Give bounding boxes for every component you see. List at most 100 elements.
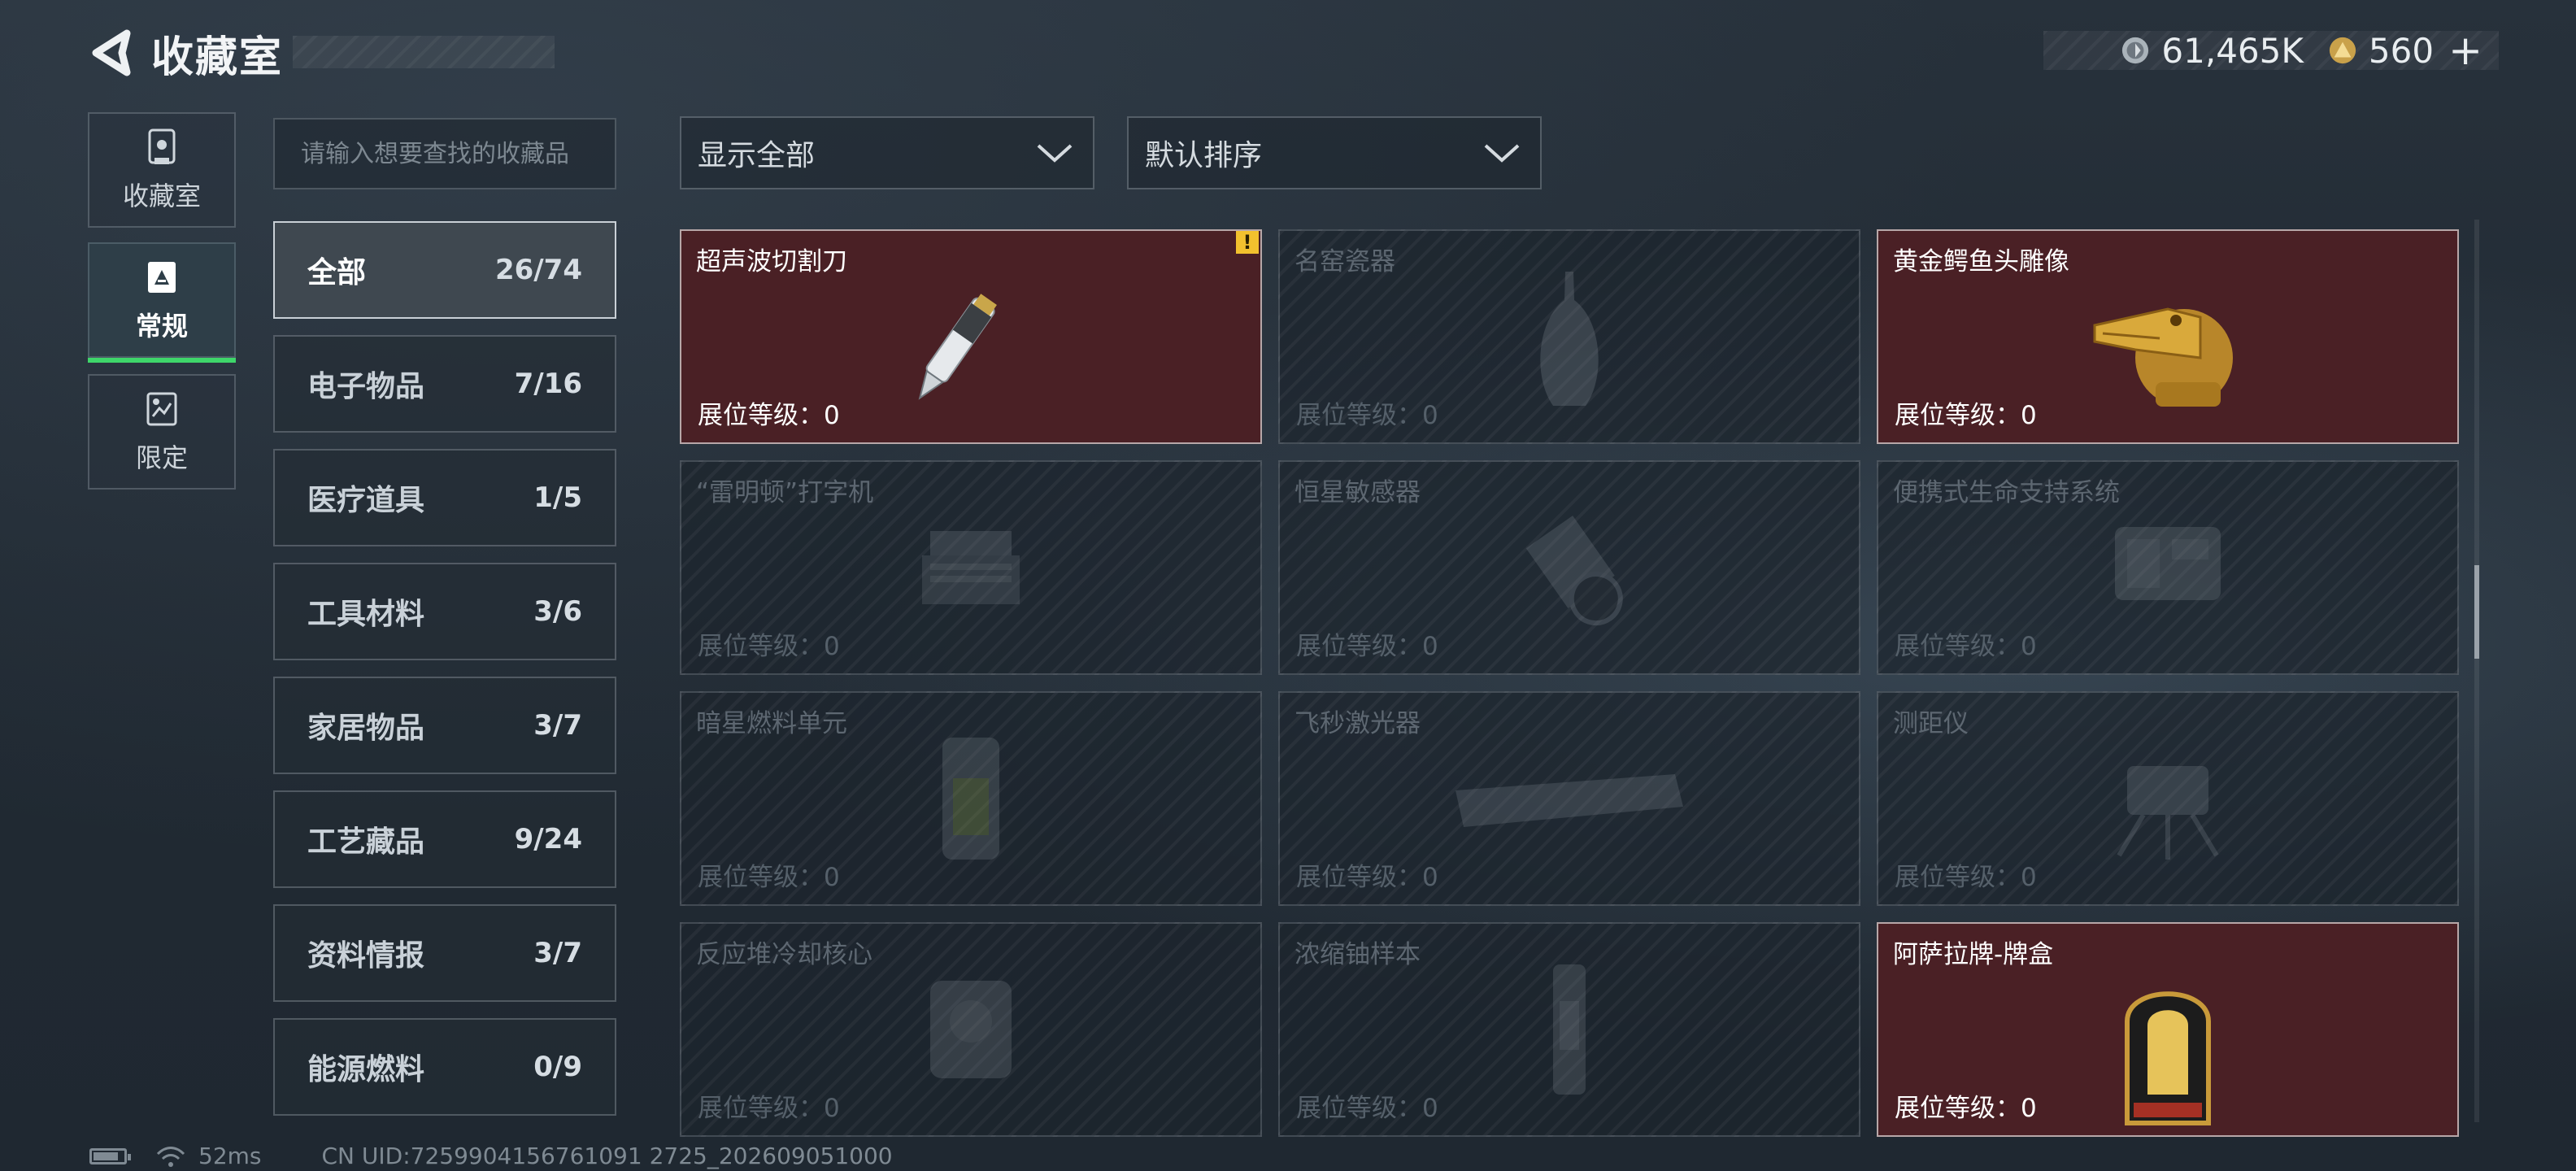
reactor-core-icon <box>930 981 1012 1078</box>
category-intel[interactable]: 资料情报 3/7 <box>273 904 616 1002</box>
collectible-card[interactable]: 便携式生命支持系统 展位等级：0 <box>1877 460 2459 675</box>
grid-scrollbar[interactable] <box>2474 220 2479 1122</box>
back-button[interactable] <box>86 24 135 81</box>
category-count: 3/7 <box>533 709 582 742</box>
ping-value: 52ms <box>198 1143 262 1169</box>
category-count: 9/24 <box>514 823 582 855</box>
search-box[interactable] <box>273 118 616 189</box>
wifi-icon <box>156 1146 185 1167</box>
item-level: 展位等级：0 <box>1296 401 1438 430</box>
category-crafts[interactable]: 工艺藏品 9/24 <box>273 790 616 888</box>
battery-icon <box>89 1147 131 1164</box>
add-currency-button[interactable]: + <box>2448 27 2482 74</box>
nav-label: 常规 <box>135 311 188 342</box>
nav-label: 限定 <box>135 442 188 473</box>
category-household[interactable]: 家居物品 3/7 <box>273 677 616 774</box>
category-electronics[interactable]: 电子物品 7/16 <box>273 335 616 433</box>
collectible-card[interactable]: 浓缩铀样本 展位等级：0 <box>1278 922 1860 1137</box>
femtosecond-laser-icon <box>1456 774 1683 827</box>
nav-collection-room[interactable]: 收藏室 <box>88 112 236 228</box>
item-level: 展位等级：0 <box>698 401 840 430</box>
category-name: 工艺藏品 <box>307 825 425 859</box>
collectible-card[interactable]: 恒星敏感器 展位等级：0 <box>1278 460 1860 675</box>
category-name: 工具材料 <box>307 598 425 631</box>
header: 收藏室 <box>86 24 284 82</box>
item-level: 展位等级：0 <box>698 863 840 892</box>
item-name: 阿萨拉牌-牌盒 <box>1893 940 2054 969</box>
search-input[interactable] <box>299 138 615 169</box>
item-name: 暗星燃料单元 <box>696 709 847 738</box>
category-count: 7/16 <box>514 368 582 400</box>
category-count: 26/74 <box>494 254 582 286</box>
collectible-card[interactable]: 暗星燃料单元 展位等级：0 <box>680 691 1262 906</box>
sort-dropdown-value: 默认排序 <box>1145 139 1263 172</box>
item-level: 展位等级：0 <box>1895 863 2037 892</box>
limited-gallery-icon <box>146 392 177 426</box>
item-level: 展位等级：0 <box>1296 863 1438 892</box>
filter-dropdown-value: 显示全部 <box>698 139 816 172</box>
item-level: 展位等级：0 <box>698 1094 840 1123</box>
collectible-card[interactable]: 黄金鳄鱼头雕像 展位等级：0 <box>1877 229 2459 444</box>
item-level: 展位等级：0 <box>1296 632 1438 661</box>
item-name: 反应堆冷却核心 <box>696 940 872 969</box>
title-decoration <box>293 36 555 68</box>
item-name: 名窑瓷器 <box>1295 247 1395 276</box>
uranium-sample-icon <box>1553 964 1586 1095</box>
category-tools[interactable]: 工具材料 3/6 <box>273 563 616 660</box>
porcelain-vase-icon <box>1540 272 1599 406</box>
rangefinder-icon <box>2117 766 2219 860</box>
filter-dropdown[interactable]: 显示全部 <box>680 116 1094 189</box>
item-name: 黄金鳄鱼头雕像 <box>1893 247 2069 276</box>
life-support-icon <box>2115 527 2221 600</box>
silver-currency-value: 61,465K <box>2161 30 2304 71</box>
gold-triangle-coin-icon <box>2328 36 2357 65</box>
category-all[interactable]: 全部 26/74 <box>273 221 616 319</box>
nav-limited[interactable]: 限定 <box>88 374 236 490</box>
collectible-card[interactable]: 超声波切割刀 ! 展位等级：0 <box>680 229 1262 444</box>
collectible-card[interactable]: 测距仪 展位等级：0 <box>1877 691 2459 906</box>
nav-label: 收藏室 <box>122 181 201 211</box>
item-name: 飞秒激光器 <box>1295 709 1421 738</box>
ultrasonic-knife-icon <box>918 294 997 400</box>
item-level: 展位等级：0 <box>1895 632 2037 661</box>
gold-currency-value: 560 <box>2368 30 2435 71</box>
collectible-card[interactable]: 飞秒激光器 展位等级：0 <box>1278 691 1860 906</box>
item-level: 展位等级：0 <box>1895 1094 2037 1123</box>
collectible-card[interactable]: 阿萨拉牌-牌盒 展位等级：0 <box>1877 922 2459 1137</box>
sort-dropdown[interactable]: 默认排序 <box>1127 116 1542 189</box>
category-medical[interactable]: 医疗道具 1/5 <box>273 449 616 546</box>
category-name: 家居物品 <box>307 712 425 745</box>
silver-coin-icon <box>2121 36 2150 65</box>
item-name: 超声波切割刀 <box>696 247 847 276</box>
item-level: 展位等级：0 <box>1296 1094 1438 1123</box>
item-name: 浓缩铀样本 <box>1295 940 1421 969</box>
scrollbar-thumb[interactable] <box>2474 565 2479 659</box>
gold-crocodile-statue-icon <box>2093 307 2233 407</box>
item-name: 便携式生命支持系统 <box>1893 478 2120 507</box>
item-name: 恒星敏感器 <box>1295 478 1421 507</box>
category-count: 0/9 <box>533 1051 582 1083</box>
collection-room-icon <box>148 128 176 164</box>
back-arrow-icon <box>92 29 131 76</box>
category-name: 资料情报 <box>307 939 425 973</box>
chevron-down-icon <box>1037 144 1073 163</box>
collectible-card[interactable]: “雷明顿”打字机 展位等级：0 <box>680 460 1262 675</box>
category-count: 3/6 <box>533 595 582 628</box>
currency-bar: 61,465K 560 + <box>2043 27 2499 74</box>
star-sensor-icon <box>1525 516 1623 626</box>
typewriter-icon <box>922 531 1020 604</box>
new-item-badge: ! <box>1236 231 1259 254</box>
category-name: 电子物品 <box>307 370 425 403</box>
page-title: 收藏室 <box>151 33 284 82</box>
fuel-cell-icon <box>942 738 999 860</box>
collectible-card[interactable]: 反应堆冷却核心 展位等级：0 <box>680 922 1262 1137</box>
category-count: 3/7 <box>533 937 582 969</box>
collectible-card[interactable]: 名窑瓷器 展位等级：0 <box>1278 229 1860 444</box>
nav-regular[interactable]: 常规 <box>88 242 236 363</box>
item-name: “雷明顿”打字机 <box>696 478 874 507</box>
item-name: 测距仪 <box>1893 709 1969 738</box>
regular-gallery-icon <box>148 262 176 293</box>
category-energy[interactable]: 能源燃料 0/9 <box>273 1018 616 1116</box>
category-name: 医疗道具 <box>307 484 425 517</box>
category-name: 全部 <box>307 256 367 289</box>
